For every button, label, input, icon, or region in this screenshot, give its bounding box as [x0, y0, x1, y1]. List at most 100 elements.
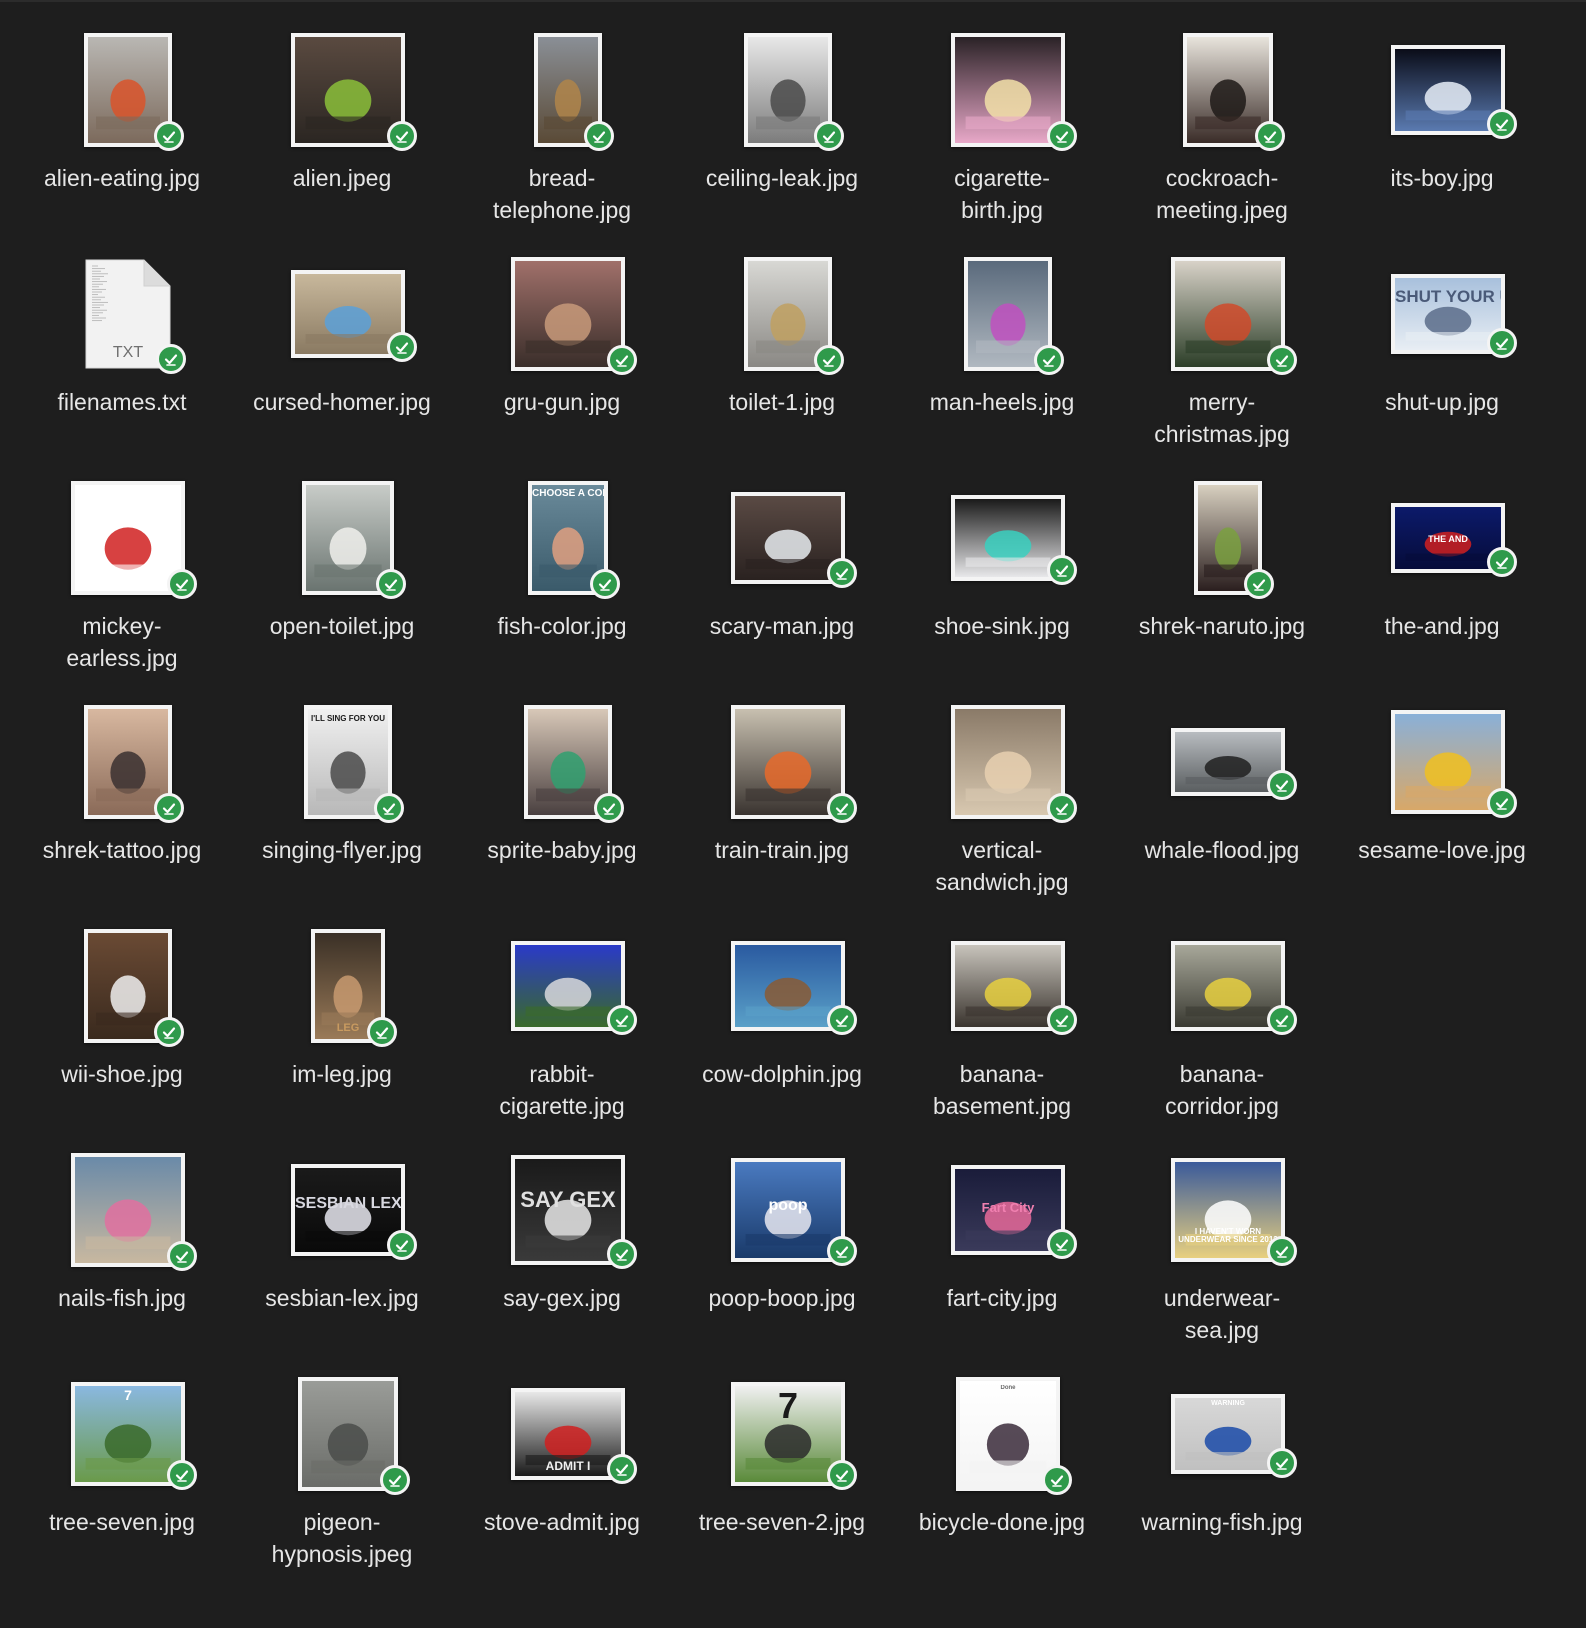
file-name-label[interactable]: rabbit- cigarette.jpg — [452, 1058, 672, 1122]
checkmark-icon — [607, 1239, 637, 1269]
file-item[interactable]: shrek-naruto.jpg — [1112, 448, 1332, 672]
file-item[interactable]: rabbit- cigarette.jpg — [452, 896, 672, 1120]
file-item[interactable]: shrek-tattoo.jpg — [12, 672, 232, 896]
file-name-label[interactable]: cow-dolphin.jpg — [672, 1058, 892, 1090]
file-name-label[interactable]: merry- christmas.jpg — [1112, 386, 1332, 450]
file-name-label[interactable]: open-toilet.jpg — [232, 610, 452, 642]
file-name-label[interactable]: cigarette- birth.jpg — [892, 162, 1112, 226]
thumbnail-caption: I HAVEN'T WORN UNDERWEAR SINCE 2012 — [1178, 1228, 1278, 1244]
file-item[interactable]: 7 tree-seven-2.jpg — [672, 1344, 892, 1568]
file-name-label[interactable]: alien.jpeg — [232, 162, 452, 194]
file-name-label[interactable]: whale-flood.jpg — [1112, 834, 1332, 866]
checkmark-icon — [1047, 793, 1077, 823]
file-item[interactable]: CHOOSE A COLOR fish-color.jpg — [452, 448, 672, 672]
file-name-label[interactable]: singing-flyer.jpg — [232, 834, 452, 866]
checkmark-icon — [376, 569, 406, 599]
file-name-label[interactable]: train-train.jpg — [672, 834, 892, 866]
file-item[interactable]: its-boy.jpg — [1332, 0, 1552, 224]
file-name-label[interactable]: man-heels.jpg — [892, 386, 1112, 418]
file-item[interactable]: sesame-love.jpg — [1332, 672, 1552, 896]
file-name-label[interactable]: toilet-1.jpg — [672, 386, 892, 418]
file-item[interactable]: I HAVEN'T WORN UNDERWEAR SINCE 2012 under… — [1112, 1120, 1332, 1344]
file-name-label[interactable]: shrek-tattoo.jpg — [12, 834, 232, 866]
file-item[interactable]: toilet-1.jpg — [672, 224, 892, 448]
file-name-label[interactable]: sprite-baby.jpg — [452, 834, 672, 866]
file-name-label[interactable]: wii-shoe.jpg — [12, 1058, 232, 1090]
file-name-label[interactable]: fart-city.jpg — [892, 1282, 1112, 1314]
file-item[interactable]: LEG im-leg.jpg — [232, 896, 452, 1120]
file-name-label[interactable]: cockroach- meeting.jpeg — [1112, 162, 1332, 226]
file-item[interactable]: 7 tree-seven.jpg — [12, 1344, 232, 1568]
file-name-label[interactable]: its-boy.jpg — [1332, 162, 1552, 194]
checkmark-icon — [827, 1460, 857, 1490]
file-name-label[interactable]: shrek-naruto.jpg — [1112, 610, 1332, 642]
file-name-label[interactable]: ceiling-leak.jpg — [672, 162, 892, 194]
file-name-label[interactable]: say-gex.jpg — [452, 1282, 672, 1314]
file-item[interactable]: cockroach- meeting.jpeg — [1112, 0, 1332, 224]
file-name-label[interactable]: banana- basement.jpg — [892, 1058, 1112, 1122]
file-item[interactable]: bread- telephone.jpg — [452, 0, 672, 224]
file-item[interactable]: scary-man.jpg — [672, 448, 892, 672]
file-item[interactable]: TXT filenames.txt — [12, 224, 232, 448]
file-item[interactable]: man-heels.jpg — [892, 224, 1112, 448]
file-name-label[interactable]: mickey- earless.jpg — [12, 610, 232, 674]
checkmark-icon — [827, 793, 857, 823]
file-name-label[interactable]: scary-man.jpg — [672, 610, 892, 642]
file-item[interactable]: ADMIT I stove-admit.jpg — [452, 1344, 672, 1568]
file-item[interactable]: cow-dolphin.jpg — [672, 896, 892, 1120]
file-item[interactable]: Fart City fart-city.jpg — [892, 1120, 1112, 1344]
file-item[interactable]: I'LL SING FOR YOU singing-flyer.jpg — [232, 672, 452, 896]
file-name-label[interactable]: pigeon- hypnosis.jpeg — [232, 1506, 452, 1570]
file-item[interactable]: sprite-baby.jpg — [452, 672, 672, 896]
file-item[interactable]: vertical- sandwich.jpg — [892, 672, 1112, 896]
file-item[interactable]: merry- christmas.jpg — [1112, 224, 1332, 448]
file-name-label[interactable]: sesame-love.jpg — [1332, 834, 1552, 866]
file-item[interactable]: cursed-homer.jpg — [232, 224, 452, 448]
file-name-label[interactable]: underwear- sea.jpg — [1112, 1282, 1332, 1346]
file-name-label[interactable]: poop-boop.jpg — [672, 1282, 892, 1314]
file-name-label[interactable]: filenames.txt — [12, 386, 232, 418]
file-item[interactable]: Done bicycle-done.jpg — [892, 1344, 1112, 1568]
file-name-label[interactable]: banana- corridor.jpg — [1112, 1058, 1332, 1122]
file-name-label[interactable]: tree-seven-2.jpg — [672, 1506, 892, 1538]
file-item[interactable]: mickey- earless.jpg — [12, 448, 232, 672]
file-item[interactable]: pigeon- hypnosis.jpeg — [232, 1344, 452, 1568]
file-item[interactable]: WARNING warning-fish.jpg — [1112, 1344, 1332, 1568]
file-item[interactable]: banana- basement.jpg — [892, 896, 1112, 1120]
file-name-label[interactable]: tree-seven.jpg — [12, 1506, 232, 1538]
file-item[interactable]: gru-gun.jpg — [452, 224, 672, 448]
file-item[interactable]: ceiling-leak.jpg — [672, 0, 892, 224]
file-name-label[interactable]: gru-gun.jpg — [452, 386, 672, 418]
file-item[interactable]: whale-flood.jpg — [1112, 672, 1332, 896]
file-name-label[interactable]: bicycle-done.jpg — [892, 1506, 1112, 1538]
file-name-label[interactable]: the-and.jpg — [1332, 610, 1552, 642]
checkmark-icon — [1034, 345, 1064, 375]
file-item[interactable]: banana- corridor.jpg — [1112, 896, 1332, 1120]
file-name-label[interactable]: bread- telephone.jpg — [452, 162, 672, 226]
file-item[interactable]: nails-fish.jpg — [12, 1120, 232, 1344]
file-name-label[interactable]: vertical- sandwich.jpg — [892, 834, 1112, 898]
file-item[interactable]: alien-eating.jpg — [12, 0, 232, 224]
file-item[interactable]: open-toilet.jpg — [232, 448, 452, 672]
file-item[interactable]: THE AND the-and.jpg — [1332, 448, 1552, 672]
file-name-label[interactable]: alien-eating.jpg — [12, 162, 232, 194]
file-name-label[interactable]: fish-color.jpg — [452, 610, 672, 642]
file-item[interactable]: SHUT YOUR UP shut-up.jpg — [1332, 224, 1552, 448]
file-item[interactable]: SAY GEX say-gex.jpg — [452, 1120, 672, 1344]
file-name-label[interactable]: shut-up.jpg — [1332, 386, 1552, 418]
file-item[interactable]: poop poop-boop.jpg — [672, 1120, 892, 1344]
file-name-label[interactable]: shoe-sink.jpg — [892, 610, 1112, 642]
file-name-label[interactable]: nails-fish.jpg — [12, 1282, 232, 1314]
file-item[interactable]: train-train.jpg — [672, 672, 892, 896]
file-item[interactable]: alien.jpeg — [232, 0, 452, 224]
file-item[interactable]: wii-shoe.jpg — [12, 896, 232, 1120]
file-item[interactable]: cigarette- birth.jpg — [892, 0, 1112, 224]
file-name-label[interactable]: sesbian-lex.jpg — [232, 1282, 452, 1314]
file-name-label[interactable]: im-leg.jpg — [232, 1058, 452, 1090]
checkmark-icon — [1267, 1236, 1297, 1266]
file-name-label[interactable]: cursed-homer.jpg — [232, 386, 452, 418]
file-item[interactable]: shoe-sink.jpg — [892, 448, 1112, 672]
file-item[interactable]: SESBIAN LEX sesbian-lex.jpg — [232, 1120, 452, 1344]
file-name-label[interactable]: warning-fish.jpg — [1112, 1506, 1332, 1538]
file-name-label[interactable]: stove-admit.jpg — [452, 1506, 672, 1538]
